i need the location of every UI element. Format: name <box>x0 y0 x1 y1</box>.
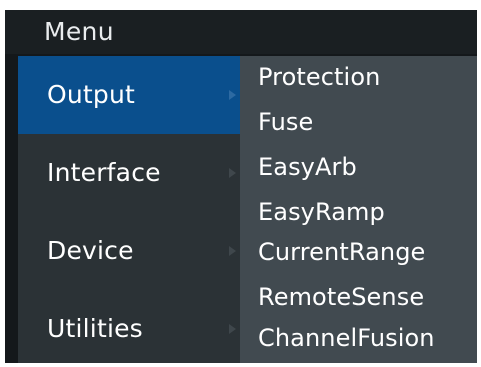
menu-title: Menu <box>44 17 114 46</box>
submenu-item-currentrange[interactable]: CurrentRange <box>258 233 425 271</box>
submenu-item-easyarb[interactable]: EasyArb <box>258 148 357 186</box>
submenu-panel: Protection Fuse EasyArb EasyRamp Current… <box>240 56 477 363</box>
submenu-item-remotesense[interactable]: RemoteSense <box>258 278 424 316</box>
menu-window: Menu Output Interface Device Utilities P… <box>5 10 477 363</box>
submenu-arrow-icon <box>229 324 236 334</box>
menu-item-interface[interactable]: Interface <box>18 134 240 212</box>
submenu-item-fuse[interactable]: Fuse <box>258 103 313 141</box>
title-bar: Menu <box>5 10 477 54</box>
menu-item-label: Utilities <box>47 314 143 343</box>
menu-item-device[interactable]: Device <box>18 212 240 290</box>
submenu-arrow-icon <box>229 90 236 100</box>
main-menu: Output Interface Device Utilities <box>18 56 240 363</box>
menu-item-label: Output <box>47 80 136 109</box>
menu-item-utilities[interactable]: Utilities <box>18 290 240 363</box>
submenu-arrow-icon <box>229 168 236 178</box>
submenu-item-easyramp[interactable]: EasyRamp <box>258 193 385 231</box>
menu-item-label: Interface <box>47 158 161 187</box>
submenu-arrow-icon <box>229 246 236 256</box>
submenu-item-protection[interactable]: Protection <box>258 58 380 96</box>
menu-item-label: Device <box>47 236 134 265</box>
submenu-item-channelfusion[interactable]: ChannelFusion <box>258 319 435 357</box>
menu-item-output[interactable]: Output <box>18 56 240 134</box>
